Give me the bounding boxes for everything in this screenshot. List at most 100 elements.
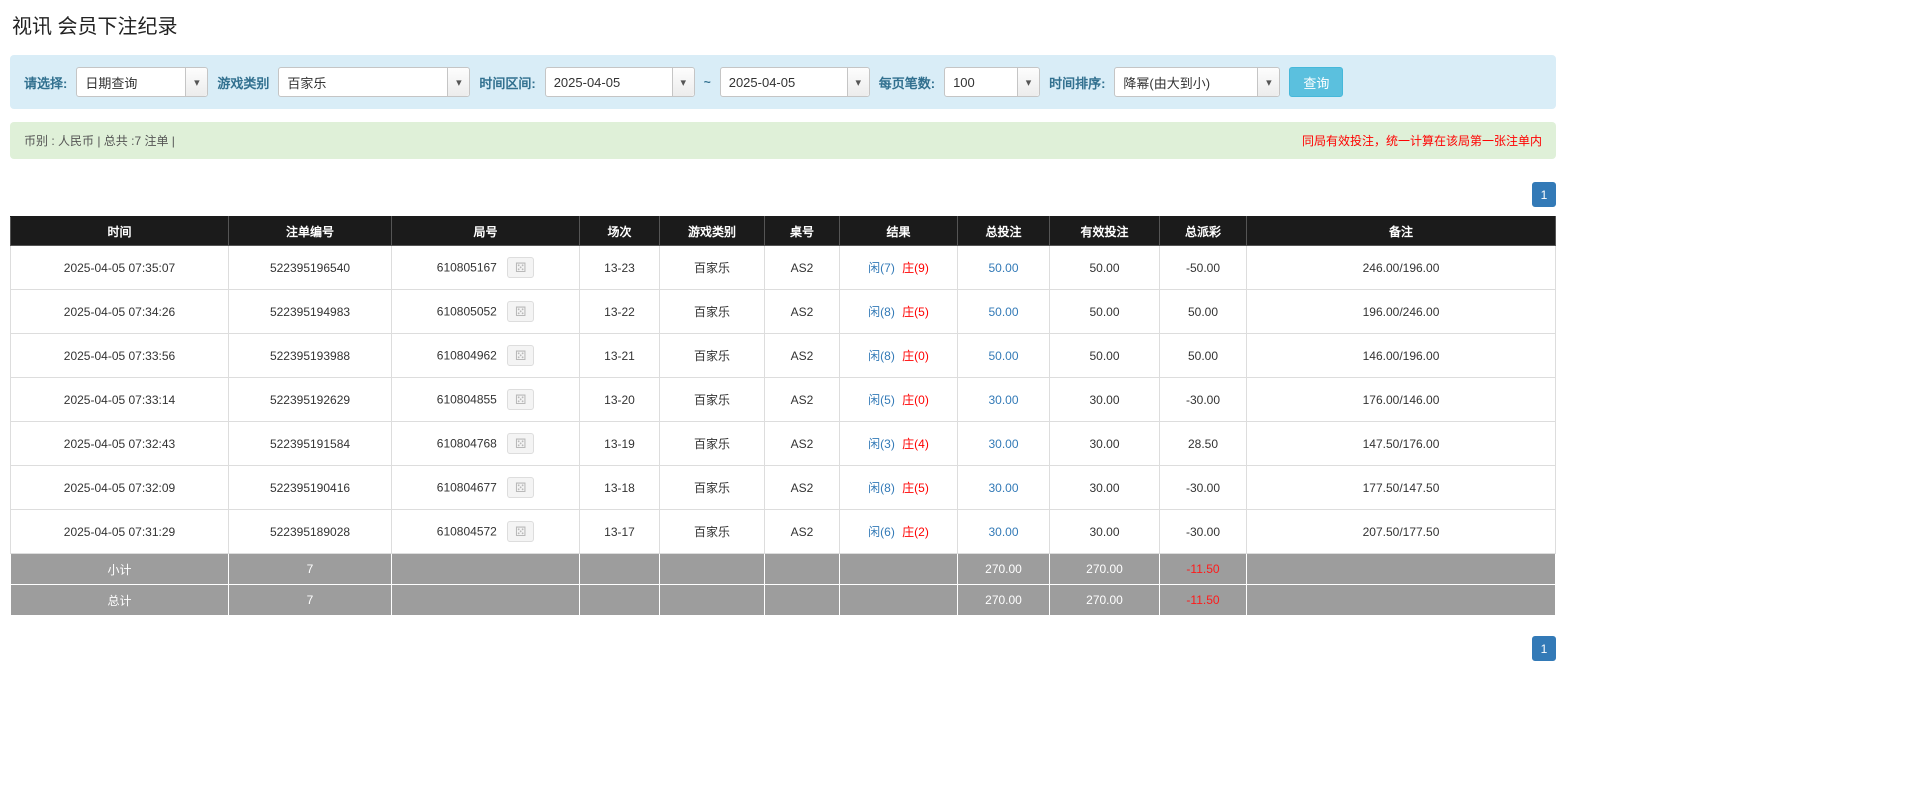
total-bet-link[interactable]: 50.00 (988, 349, 1018, 363)
total-bet-link[interactable]: 30.00 (988, 393, 1018, 407)
cell-time: 2025-04-05 07:35:07 (10, 245, 229, 290)
pager-top: 1 (10, 182, 1556, 207)
result-banker: 庄(9) (902, 261, 929, 275)
total-total-bet: 270.00 (957, 584, 1050, 616)
table-row: 2025-04-05 07:32:09 522395190416 6108046… (10, 465, 1556, 510)
cell-time: 2025-04-05 07:32:09 (10, 465, 229, 510)
video-replay-icon[interactable]: ⚄ (507, 389, 535, 410)
chevron-down-icon[interactable]: ▾ (1017, 68, 1040, 96)
cell-note: 207.50/177.50 (1246, 509, 1556, 554)
table-body: 2025-04-05 07:35:07 522395196540 6108051… (10, 245, 1556, 554)
chevron-down-icon[interactable]: ▾ (447, 68, 470, 96)
video-replay-icon[interactable]: ⚄ (507, 301, 535, 322)
page-size-dropdown[interactable]: 100 ▾ (944, 67, 1041, 97)
cell-payout: -50.00 (1159, 245, 1247, 290)
table-head-row: 时间 注单编号 局号 场次 游戏类别 桌号 结果 总投注 有效投注 总派彩 备注 (10, 216, 1556, 246)
chevron-down-icon[interactable]: ▾ (185, 68, 208, 96)
video-replay-icon[interactable]: ⚄ (507, 257, 535, 278)
chevron-down-icon[interactable]: ▾ (671, 68, 694, 96)
cell-round-id: 610804677 (436, 480, 497, 495)
search-button[interactable]: 查询 (1289, 67, 1344, 97)
date-from-dropdown[interactable]: 2025-04-05 ▾ (544, 67, 695, 97)
cell-payout: -30.00 (1159, 377, 1247, 422)
cell-game: 百家乐 (659, 509, 765, 554)
cell-round-id: 610805052 (436, 304, 497, 319)
cell-result: 闲(8) 庄(0) (839, 333, 958, 378)
cell-game: 百家乐 (659, 421, 765, 466)
sort-dropdown[interactable]: 降幂(由大到小) ▾ (1114, 67, 1281, 97)
cell-payout: 28.50 (1159, 421, 1247, 466)
column-header-bet-id: 注单编号 (228, 216, 392, 246)
page-button-1[interactable]: 1 (1532, 636, 1556, 661)
cell-round: 610805167 ⚄ (391, 245, 580, 290)
chevron-down-icon[interactable]: ▾ (1257, 68, 1280, 96)
cell-round-id: 610804768 (436, 436, 497, 451)
video-replay-icon[interactable]: ⚄ (507, 433, 535, 454)
cell-note: 177.50/147.50 (1246, 465, 1556, 510)
column-header-game-type: 游戏类别 (659, 216, 765, 246)
cell-note: 176.00/146.00 (1246, 377, 1556, 422)
cell-session: 13-23 (579, 245, 660, 290)
cell-time: 2025-04-05 07:33:56 (10, 333, 229, 378)
video-replay-icon[interactable]: ⚄ (507, 477, 535, 498)
cell-payout: 50.00 (1159, 289, 1247, 334)
chevron-down-icon[interactable]: ▾ (846, 68, 869, 96)
total-bet-link[interactable]: 50.00 (988, 305, 1018, 319)
game-type-label: 游戏类别 (217, 75, 270, 91)
total-bet-link[interactable]: 30.00 (988, 525, 1018, 539)
column-header-total-bet: 总投注 (957, 216, 1050, 246)
cell-bet-id: 522395191584 (228, 421, 392, 466)
subtotal-label: 小计 (10, 553, 229, 585)
filter-bar: 请选择: 日期查询 ▾ 游戏类别 百家乐 ▾ 时间区间: 2025-04-05 … (10, 55, 1556, 109)
page-button-1[interactable]: 1 (1532, 182, 1556, 207)
cell-valid-bet: 30.00 (1049, 465, 1160, 510)
page-size-label: 每页笔数: (878, 75, 936, 91)
cell-session: 13-21 (579, 333, 660, 378)
cell-round-id: 610804572 (436, 524, 497, 539)
cell-time: 2025-04-05 07:34:26 (10, 289, 229, 334)
total-payout: -11.50 (1159, 584, 1247, 616)
total-valid-bet: 270.00 (1049, 584, 1160, 616)
summary-notice: 同局有效投注，统一计算在该局第一张注单内 (1301, 134, 1542, 148)
total-bet-link[interactable]: 30.00 (988, 437, 1018, 451)
video-replay-icon[interactable]: ⚄ (507, 521, 535, 542)
cell-session: 13-19 (579, 421, 660, 466)
result-banker: 庄(0) (902, 349, 929, 363)
cell-total-bet-wrap: 30.00 (957, 421, 1050, 466)
cell-note: 146.00/196.00 (1246, 333, 1556, 378)
cell-result: 闲(3) 庄(4) (839, 421, 958, 466)
cell-round-id: 610804962 (436, 348, 497, 363)
game-type-dropdown[interactable]: 百家乐 ▾ (278, 67, 471, 97)
cell-session: 13-20 (579, 377, 660, 422)
subtotal-row: 小计 7 270.00 270.00 -11.50 (10, 553, 1556, 585)
column-header-note: 备注 (1246, 216, 1556, 246)
cell-payout: -30.00 (1159, 509, 1247, 554)
cell-session: 13-18 (579, 465, 660, 510)
result-player: 闲(5) (868, 393, 895, 407)
subtotal-valid-bet: 270.00 (1049, 553, 1160, 585)
cell-round: 610804962 ⚄ (391, 333, 580, 378)
total-bet-link[interactable]: 50.00 (988, 261, 1018, 275)
cell-game: 百家乐 (659, 465, 765, 510)
column-header-time: 时间 (10, 216, 229, 246)
cell-result: 闲(5) 庄(0) (839, 377, 958, 422)
game-type-value: 百家乐 (287, 75, 327, 91)
table-row: 2025-04-05 07:33:14 522395192629 6108048… (10, 377, 1556, 422)
cell-total-bet-wrap: 50.00 (957, 245, 1050, 290)
cell-note: 196.00/246.00 (1246, 289, 1556, 334)
video-replay-icon[interactable]: ⚄ (507, 345, 535, 366)
cell-table: AS2 (764, 465, 840, 510)
table-row: 2025-04-05 07:34:26 522395194983 6108050… (10, 289, 1556, 334)
cell-game: 百家乐 (659, 333, 765, 378)
select-type-label: 请选择: (24, 75, 68, 91)
result-player: 闲(8) (868, 481, 895, 495)
total-bet-link[interactable]: 30.00 (988, 481, 1018, 495)
records-table: 时间 注单编号 局号 场次 游戏类别 桌号 结果 总投注 有效投注 总派彩 备注… (10, 216, 1556, 616)
cell-valid-bet: 50.00 (1049, 289, 1160, 334)
query-type-dropdown[interactable]: 日期查询 ▾ (76, 67, 209, 97)
cell-table: AS2 (764, 289, 840, 334)
cell-total-bet-wrap: 30.00 (957, 509, 1050, 554)
cell-valid-bet: 30.00 (1049, 509, 1160, 554)
date-to-dropdown[interactable]: 2025-04-05 ▾ (719, 67, 870, 97)
cell-round-id: 610805167 (436, 260, 497, 275)
